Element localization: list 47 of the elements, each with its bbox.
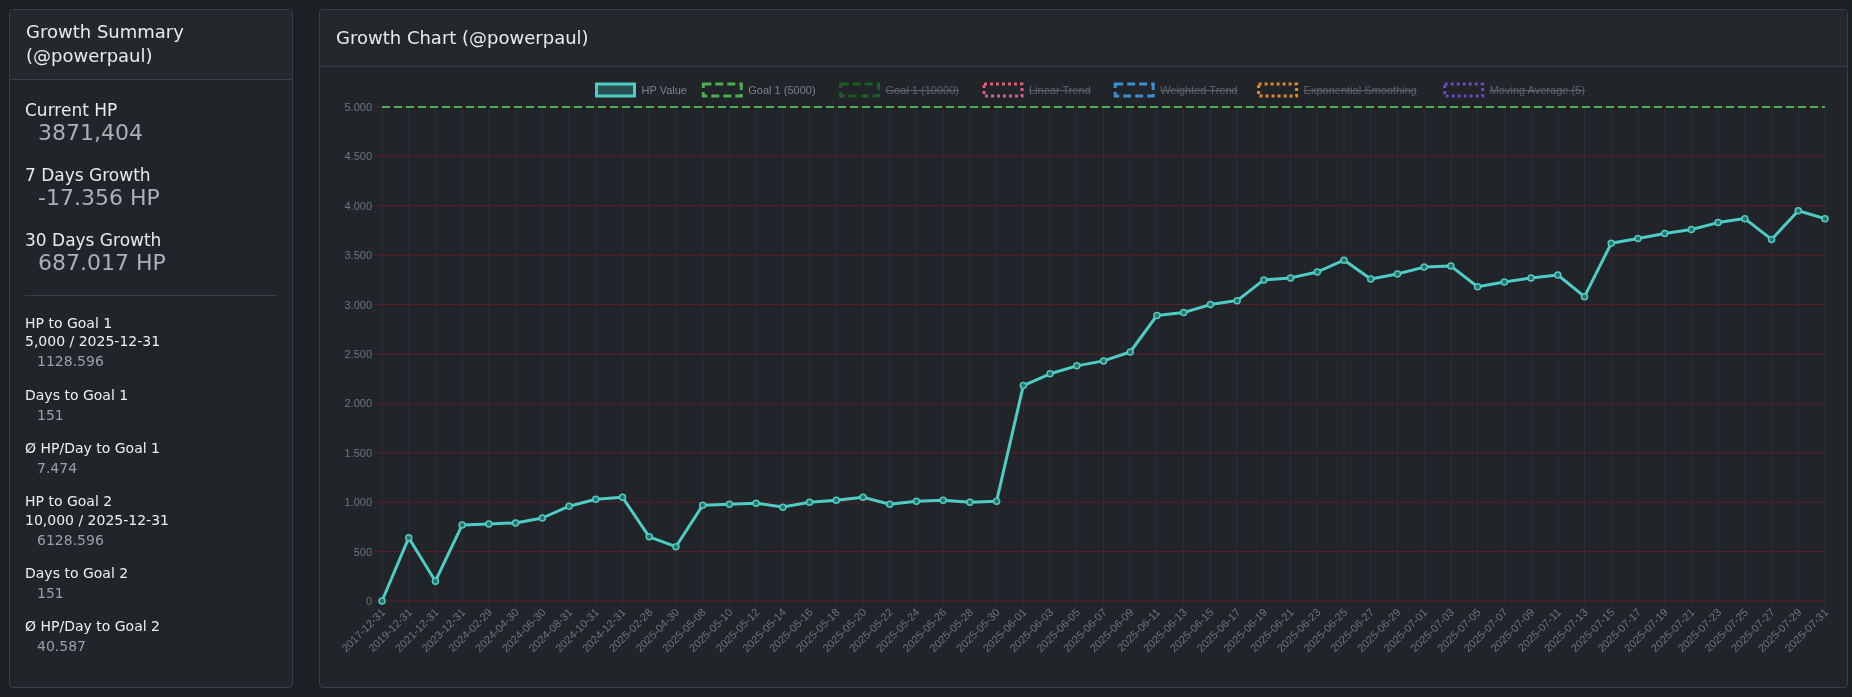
legend-label[interactable]: Goal 1 (10000) [885,84,959,97]
y-tick-label: 3.500 [344,249,372,262]
legend-label[interactable]: Exponential Smoothing [1303,84,1417,97]
detail-label: HP to Goal 1 [25,313,114,333]
y-tick-label: 5.000 [344,101,372,114]
legend-swatch[interactable] [595,82,636,98]
goal-target: 10,000 / 2025-12-31 [25,510,170,530]
detail-value: 1128.596 [36,352,105,372]
legend-label[interactable]: Weighted Trend [1160,84,1238,97]
stat-value: 3871,404 [37,119,144,145]
legend-swatch[interactable] [839,82,881,98]
legend-swatch[interactable] [701,82,743,98]
y-tick-label: 3.000 [344,298,372,311]
stat-value: 687.017 HP [37,249,167,275]
detail-value: 40.587 [36,637,87,657]
y-tick-label: 0 [365,595,372,608]
y-tick-label: 1.500 [344,447,372,460]
detail-value: 151 [36,405,65,425]
legend-label[interactable]: HP Value [641,84,687,97]
legend-label[interactable]: Goal 1 (5000) [748,84,816,97]
stat-label: 30 Days Growth [25,229,163,250]
panel-title: Growth Summary (@powerpaul) [26,20,185,69]
detail-value: 7.474 [36,458,79,478]
goal-target: 5,000 / 2025-12-31 [25,332,162,352]
y-tick-label: 2.000 [344,397,372,410]
stat-label: 7 Days Growth [25,164,152,185]
legend-swatch[interactable] [1257,82,1299,98]
stat-value: -17.356 HP [37,184,161,210]
detail-label: Ø HP/Day to Goal 1 [25,438,161,458]
detail-label: Days to Goal 1 [25,385,130,405]
y-tick-label: 500 [353,545,372,558]
y-tick-label: 2.500 [344,348,372,361]
legend-label[interactable]: Moving Average (5) [1489,84,1585,97]
stat-label: Current HP [25,99,119,120]
panel-title: Growth Chart (@powerpaul) [336,26,590,50]
detail-value: 151 [36,584,65,603]
y-tick-label: 4.500 [344,150,372,163]
detail-label: Days to Goal 2 [25,564,130,583]
detail-label: Ø HP/Day to Goal 2 [25,617,161,637]
legend-label[interactable]: Linear Trend [1029,84,1091,97]
detail-value: 6128.596 [36,530,105,550]
legend-swatch[interactable] [1113,82,1155,98]
legend-swatch[interactable] [982,82,1024,98]
detail-label: HP to Goal 2 [25,492,114,511]
y-tick-label: 1.000 [344,496,372,509]
legend-swatch[interactable] [1443,82,1485,98]
y-tick-label: 4.000 [344,200,372,213]
